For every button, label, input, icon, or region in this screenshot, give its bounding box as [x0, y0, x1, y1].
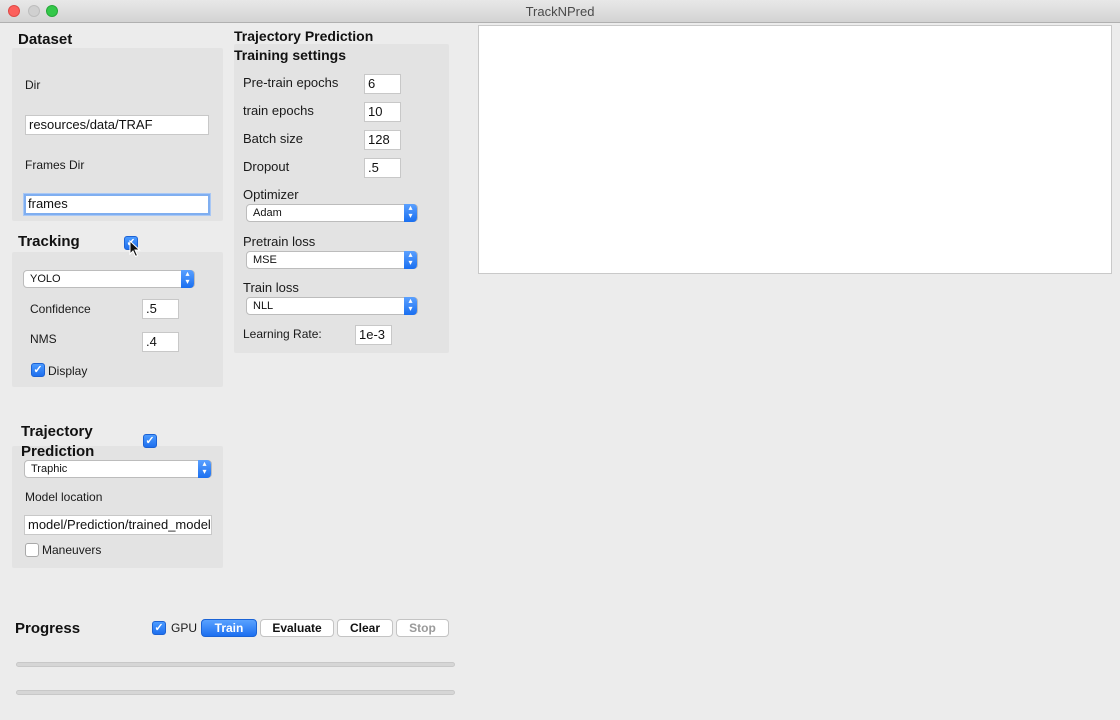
mouse-cursor-icon — [129, 240, 141, 258]
model-location-label: Model location — [25, 490, 103, 504]
prediction-model-select[interactable]: Traphic ▴ ▾ — [24, 460, 212, 478]
progress-heading: Progress — [15, 620, 81, 637]
confidence-label: Confidence — [30, 302, 91, 316]
chevron-up-down-icon: ▴ ▾ — [404, 297, 417, 315]
display-checkbox[interactable]: ✓ — [31, 363, 45, 377]
dropout-label: Dropout — [243, 159, 290, 174]
window-title: TrackNPred — [525, 4, 595, 19]
optimizer-label: Optimizer — [243, 187, 299, 202]
dir-label: Dir — [25, 78, 41, 92]
chevron-up-down-icon: ▴ ▾ — [404, 204, 417, 222]
dir-input[interactable]: resources/data/TRAF — [25, 115, 209, 135]
frames-dir-label: Frames Dir — [25, 158, 85, 172]
learning-rate-input[interactable]: 1e-3 — [355, 325, 392, 345]
prediction-heading-line2: Prediction — [21, 443, 95, 460]
batch-size-label: Batch size — [243, 131, 303, 146]
pretrain-loss-value: MSE — [253, 254, 277, 266]
evaluate-button[interactable]: Evaluate — [260, 619, 334, 637]
optimizer-value: Adam — [253, 207, 282, 219]
nms-label: NMS — [30, 332, 57, 346]
training-section-title: Trajectory Prediction — [234, 28, 374, 44]
train-epochs-label: train epochs — [243, 103, 314, 118]
confidence-input[interactable]: .5 — [142, 299, 179, 319]
batch-size-input[interactable]: 128 — [364, 130, 401, 150]
tracking-model-value: YOLO — [30, 273, 61, 285]
train-loss-label: Train loss — [243, 280, 299, 295]
chevron-up-down-icon: ▴ ▾ — [198, 460, 211, 478]
dropout-input[interactable]: .5 — [364, 158, 401, 178]
pretrain-epochs-label: Pre-train epochs — [243, 75, 339, 90]
model-location-input[interactable]: model/Prediction/trained_models — [24, 515, 212, 535]
progress-bar-1 — [16, 662, 455, 667]
display-label: Display — [48, 364, 88, 378]
train-loss-value: NLL — [253, 300, 274, 312]
train-button[interactable]: Train — [201, 619, 257, 637]
maneuvers-checkbox[interactable] — [25, 543, 39, 557]
tracking-heading: Tracking — [18, 233, 80, 250]
stop-button[interactable]: Stop — [396, 619, 449, 637]
tracking-model-select[interactable]: YOLO ▴ ▾ — [23, 270, 195, 288]
optimizer-select[interactable]: Adam ▴ ▾ — [246, 204, 418, 222]
gpu-checkbox[interactable]: ✓ — [152, 621, 166, 635]
train-loss-select[interactable]: NLL ▴ ▾ — [246, 297, 418, 315]
training-heading: Training settings — [234, 47, 347, 63]
nms-input[interactable]: .4 — [142, 332, 179, 352]
chevron-up-down-icon: ▴ ▾ — [404, 251, 417, 269]
clear-button[interactable]: Clear — [337, 619, 393, 637]
frames-dir-input[interactable]: frames — [24, 194, 210, 215]
pretrain-loss-label: Pretrain loss — [243, 234, 316, 249]
dataset-heading: Dataset — [18, 31, 73, 48]
chevron-up-down-icon: ▴ ▾ — [181, 270, 194, 288]
pretrain-epochs-input[interactable]: 6 — [364, 74, 401, 94]
learning-rate-label: Learning Rate: — [243, 327, 322, 341]
train-epochs-input[interactable]: 10 — [364, 102, 401, 122]
maneuvers-label: Maneuvers — [42, 543, 102, 557]
prediction-model-value: Traphic — [31, 463, 68, 475]
prediction-enable-checkbox[interactable]: ✓ — [143, 434, 157, 448]
prediction-heading-line1: Trajectory — [21, 423, 93, 440]
pretrain-loss-select[interactable]: MSE ▴ ▾ — [246, 251, 418, 269]
progress-bar-2 — [16, 690, 455, 695]
output-text-area[interactable] — [478, 25, 1112, 274]
gpu-label: GPU — [171, 621, 198, 635]
